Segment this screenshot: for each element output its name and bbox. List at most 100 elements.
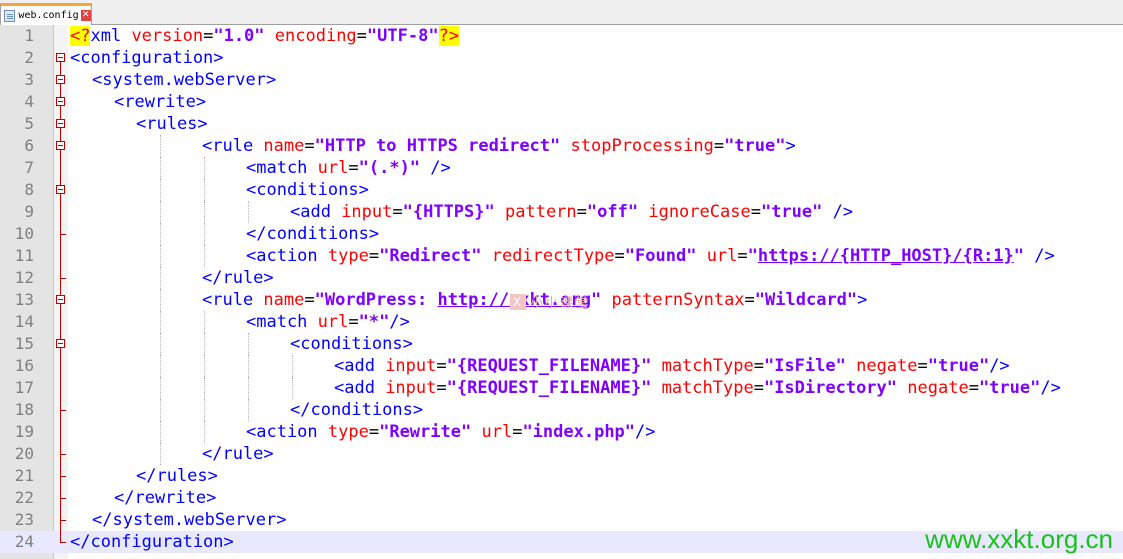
code-token: type [327,246,369,266]
fold-line [60,455,61,465]
line-number: 22 [14,488,34,507]
fold-line [60,113,61,119]
fold-toggle-icon[interactable] [56,53,65,62]
code-token: "WordPress: [314,290,438,310]
line-number: 15 [14,334,34,353]
code-token: name [263,290,305,310]
code-text: <action type="Rewrite" url="index.php"/> [246,421,656,443]
code-token: "Rewrite" [379,422,472,442]
code-token: = [203,26,214,46]
indent-guide [160,399,161,421]
code-token: <match [246,312,318,332]
code-line[interactable]: 6 <rule name="HTTP to HTTPS redirect" sto… [0,135,1123,157]
code-token: ?> [438,26,460,46]
code-line[interactable]: 17 <add input="{REQUEST_FILENAME}" matchT… [0,377,1123,399]
code-line[interactable]: 11 <action type="Redirect" redirectType="… [0,245,1123,267]
fold-line [60,157,61,179]
line-number: 21 [14,466,34,485]
code-text: </conditions> [290,399,423,421]
tab-web-config[interactable]: web.config ✕ [0,3,92,25]
code-text: <system.webServer> [92,69,276,91]
code-line[interactable]: 15 <conditions> [0,333,1123,355]
fold-toggle-icon[interactable] [56,185,65,194]
line-number: 2 [24,48,34,67]
code-token: <rewrite> [114,92,207,112]
line-number: 3 [24,70,34,89]
code-token: /> [1034,246,1055,266]
fold-toggle-icon[interactable] [56,119,65,128]
code-line[interactable]: 9 <add input="{HTTPS}" pattern="off" igno… [0,201,1123,223]
code-text: <configuration> [70,47,224,69]
code-token: /> [989,356,1010,376]
fold-line [60,377,61,399]
code-token: name [263,136,305,156]
fold-line [60,311,61,333]
code-line[interactable]: 16 <add input="{REQUEST_FILENAME}" matchT… [0,355,1123,377]
code-line[interactable]: 1 <?xml version="1.0" encoding="UTF-8"?> [0,25,1123,47]
code-text: </configuration> [70,531,234,553]
code-token: = [737,246,748,266]
indent-guide [292,355,293,377]
fold-end-marker [60,223,66,235]
code-token: /> [635,422,656,442]
code-line[interactable]: 22 </rewrite> [0,487,1123,509]
code-line[interactable]: 8 <conditions> [0,179,1123,201]
code-token: /> [389,312,410,332]
fold-end-marker [60,509,66,521]
line-number: 18 [14,400,34,419]
code-token: patternSyntax [611,290,745,310]
fold-toggle-icon[interactable] [56,295,65,304]
code-token: = [750,202,761,222]
code-token: "true" [978,378,1041,398]
code-line[interactable]: 14 <match url="*"/> [0,311,1123,333]
code-token: "index.php" [522,422,636,442]
fold-line [60,477,61,487]
code-line[interactable]: 7 <match url="(.*)" /> [0,157,1123,179]
code-line[interactable]: 3 <system.webServer> [0,69,1123,91]
fold-line [60,106,61,113]
fold-line [60,289,61,295]
code-text: </rule> [202,443,274,465]
code-token: </rules> [136,466,218,486]
code-token: "HTTP to HTTPS redirect" [314,136,561,156]
close-icon[interactable]: ✕ [80,10,91,21]
code-line[interactable]: 2 <configuration> [0,47,1123,69]
code-line[interactable]: 21 </rules> [0,465,1123,487]
code-token: /> [430,158,451,178]
code-token: <configuration> [70,48,224,68]
fold-toggle-icon[interactable] [56,141,65,150]
code-line[interactable]: 10 </conditions> [0,223,1123,245]
code-line[interactable]: 4 <rewrite> [0,91,1123,113]
fold-toggle-icon[interactable] [56,339,65,348]
fold-toggle-icon[interactable] [56,97,65,106]
code-token: type [327,422,369,442]
code-text: </rules> [136,465,218,487]
code-editor[interactable]: 1 <?xml version="1.0" encoding="UTF-8"?> 2… [0,25,1123,559]
fold-end-marker [60,487,66,499]
fold-line [60,279,61,289]
code-token[interactable]: https://{HTTP_HOST}/{R:1} [758,246,1014,266]
code-line[interactable]: 12 </rule> [0,267,1123,289]
code-text: <match url="*"/> [246,311,410,333]
indent-guide [248,333,249,355]
code-lines: 1 <?xml version="1.0" encoding="UTF-8"?> 2… [0,25,1123,553]
fold-line [60,499,61,509]
code-token: </configuration> [70,532,234,552]
code-token: = [436,356,447,376]
code-line[interactable]: 5 <rules> [0,113,1123,135]
fold-line [60,333,61,339]
code-token: = [753,356,764,376]
code-token: xml [90,26,132,46]
code-line[interactable]: 19 <action type="Rewrite" url="index.php"… [0,421,1123,443]
fold-toggle-icon[interactable] [56,75,65,84]
code-line[interactable]: 20 </rule> [0,443,1123,465]
line-number: 7 [24,158,34,177]
code-token: "{HTTPS}" [402,202,495,222]
code-token: </conditions> [246,224,380,244]
code-token: negate [907,378,969,398]
indent-guide [248,355,249,377]
code-text: <?xml version="1.0" encoding="UTF-8"?> [70,25,460,47]
code-line[interactable]: 18 </conditions> [0,399,1123,421]
